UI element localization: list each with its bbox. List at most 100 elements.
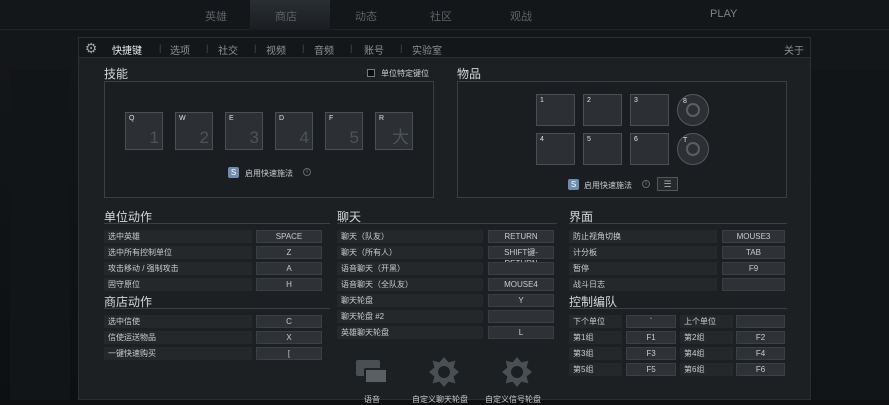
neutral-item-ring-icon (686, 103, 700, 117)
hotkey-binding[interactable]: RETURN (488, 230, 554, 243)
item-settings-button[interactable]: ☰ (657, 177, 678, 191)
item-slot[interactable]: 2 (583, 94, 622, 126)
hotkey-binding[interactable]: F5 (626, 363, 676, 376)
hotkey-binding[interactable]: ` (626, 315, 676, 328)
tab-separator: | (350, 43, 352, 53)
item-key: 4 (540, 136, 544, 143)
gear-icon: ⚙ (83, 40, 99, 56)
skill-slot[interactable]: W2 (175, 112, 213, 150)
top-bar-item[interactable]: 社区 (430, 8, 452, 24)
top-bar-item[interactable]: 动态 (355, 8, 377, 24)
hotkeys-settings-dialog: ⚙ 快捷键 | 选项 | 社交 | 视频 | 音频 | 账号 | 实验室 关于 … (78, 37, 811, 400)
skill-number: 1 (150, 128, 159, 148)
hotkey-binding[interactable]: A (256, 262, 322, 275)
hotkey-binding[interactable] (488, 310, 554, 323)
unit-specific-checkbox[interactable] (367, 69, 375, 77)
tab-separator: | (400, 43, 402, 53)
hotkey-label: 语音聊天（全队友） (337, 278, 483, 291)
skill-key: Q (129, 115, 134, 122)
teleport-item-slot[interactable]: T (677, 133, 709, 165)
left-background-panel (10, 70, 70, 400)
neutral-item-key: 8 (683, 98, 687, 105)
hotkey-binding[interactable]: F9 (722, 262, 785, 275)
skill-key: D (279, 115, 284, 122)
hotkey-label: 第1组 (569, 331, 622, 344)
top-bar-status: PLAY (710, 8, 737, 20)
tab-account[interactable]: 账号 (364, 42, 384, 57)
hotkey-binding[interactable]: SPACE (256, 230, 322, 243)
hotkey-binding[interactable]: Y (488, 294, 554, 307)
skill-key: F (329, 115, 333, 122)
skill-number: 3 (250, 128, 259, 148)
hotkey-binding[interactable]: [ (256, 347, 322, 360)
hotkey-label: 战斗日志 (569, 278, 717, 291)
hotkey-label: 聊天（所有人） (337, 246, 483, 259)
about-link[interactable]: 关于 (784, 42, 804, 57)
tab-labs[interactable]: 实验室 (412, 42, 442, 57)
top-bar-item[interactable]: 观战 (510, 8, 532, 24)
tab-hotkeys[interactable]: 快捷键 (112, 42, 142, 57)
hotkey-binding[interactable]: MOUSE3 (722, 230, 785, 243)
items-panel: 1 2 3 4 5 6 8 T S 启用快速施法 i ☰ (457, 81, 787, 198)
hotkey-binding[interactable]: L (488, 326, 554, 339)
top-bar-item[interactable]: 英雄 (205, 8, 227, 24)
hotkey-binding[interactable]: F1 (626, 331, 676, 344)
hotkey-binding[interactable]: F2 (736, 331, 785, 344)
item-slot[interactable]: 4 (536, 133, 575, 165)
tab-options[interactable]: 选项 (170, 42, 190, 57)
hotkey-binding[interactable] (736, 315, 785, 328)
hotkey-label: 语音聊天（开黑） (337, 262, 483, 275)
skill-slot[interactable]: E3 (225, 112, 263, 150)
hotkey-label: 英雄聊天轮盘 (337, 326, 483, 339)
hotkey-label: 计分板 (569, 246, 717, 259)
skill-slot[interactable]: Q1 (125, 112, 163, 150)
hotkey-binding[interactable]: MOUSE4 (488, 278, 554, 291)
hotkey-label: 上个单位 (680, 315, 733, 328)
hotkey-label: 防止视角切换 (569, 230, 717, 243)
hotkey-binding[interactable]: SHIFT键-RETURN (488, 246, 554, 259)
tab-audio[interactable]: 音频 (314, 42, 334, 57)
hotkey-binding[interactable] (488, 262, 554, 275)
item-slot[interactable]: 3 (630, 94, 669, 126)
hotkey-label: 固守原位 (104, 278, 252, 291)
items-section-title: 物品 (457, 65, 481, 82)
item-quickcast-toggle-icon[interactable]: S (568, 179, 579, 190)
signal-wheel-icon[interactable] (499, 354, 535, 390)
right-background-panel (812, 70, 889, 400)
hotkey-binding[interactable]: Z (256, 246, 322, 259)
item-slot[interactable]: 5 (583, 133, 622, 165)
hotkey-label: 攻击移动 / 强制攻击 (104, 262, 252, 275)
hotkey-label: 暂停 (569, 262, 717, 275)
info-icon[interactable]: i (642, 180, 650, 188)
hotkey-binding[interactable]: TAB (722, 246, 785, 259)
divider (569, 308, 787, 309)
hotkey-label: 下个单位 (569, 315, 622, 328)
hotkey-binding[interactable]: F6 (736, 363, 785, 376)
hotkey-binding[interactable]: F4 (736, 347, 785, 360)
quickcast-toggle-icon[interactable]: S (228, 167, 239, 178)
tab-video[interactable]: 视频 (266, 42, 286, 57)
info-icon[interactable]: i (303, 168, 311, 176)
skill-slot[interactable]: F5 (325, 112, 363, 150)
voice-chat-icon[interactable] (354, 358, 390, 388)
item-slot[interactable]: 6 (630, 133, 669, 165)
skill-number: 4 (300, 128, 309, 148)
skill-slot[interactable]: R大 (375, 112, 413, 150)
skill-slot[interactable]: D4 (275, 112, 313, 150)
tab-social[interactable]: 社交 (218, 42, 238, 57)
hotkey-label: 一键快速购买 (104, 347, 252, 360)
hotkey-label: 选中信使 (104, 315, 252, 328)
top-bar-item[interactable]: 商店 (275, 8, 297, 24)
divider (104, 308, 330, 309)
tab-separator: | (206, 43, 208, 53)
hotkey-label: 信使运送物品 (104, 331, 252, 344)
hotkey-binding[interactable]: H (256, 278, 322, 291)
hotkey-binding[interactable]: F3 (626, 347, 676, 360)
hotkey-binding[interactable] (722, 278, 785, 291)
neutral-item-slot[interactable]: 8 (677, 94, 709, 126)
chat-wheel-icon[interactable] (426, 354, 462, 390)
hotkey-binding[interactable]: X (256, 331, 322, 344)
item-slot[interactable]: 1 (536, 94, 575, 126)
skill-number: 2 (200, 128, 209, 148)
hotkey-binding[interactable]: C (256, 315, 322, 328)
